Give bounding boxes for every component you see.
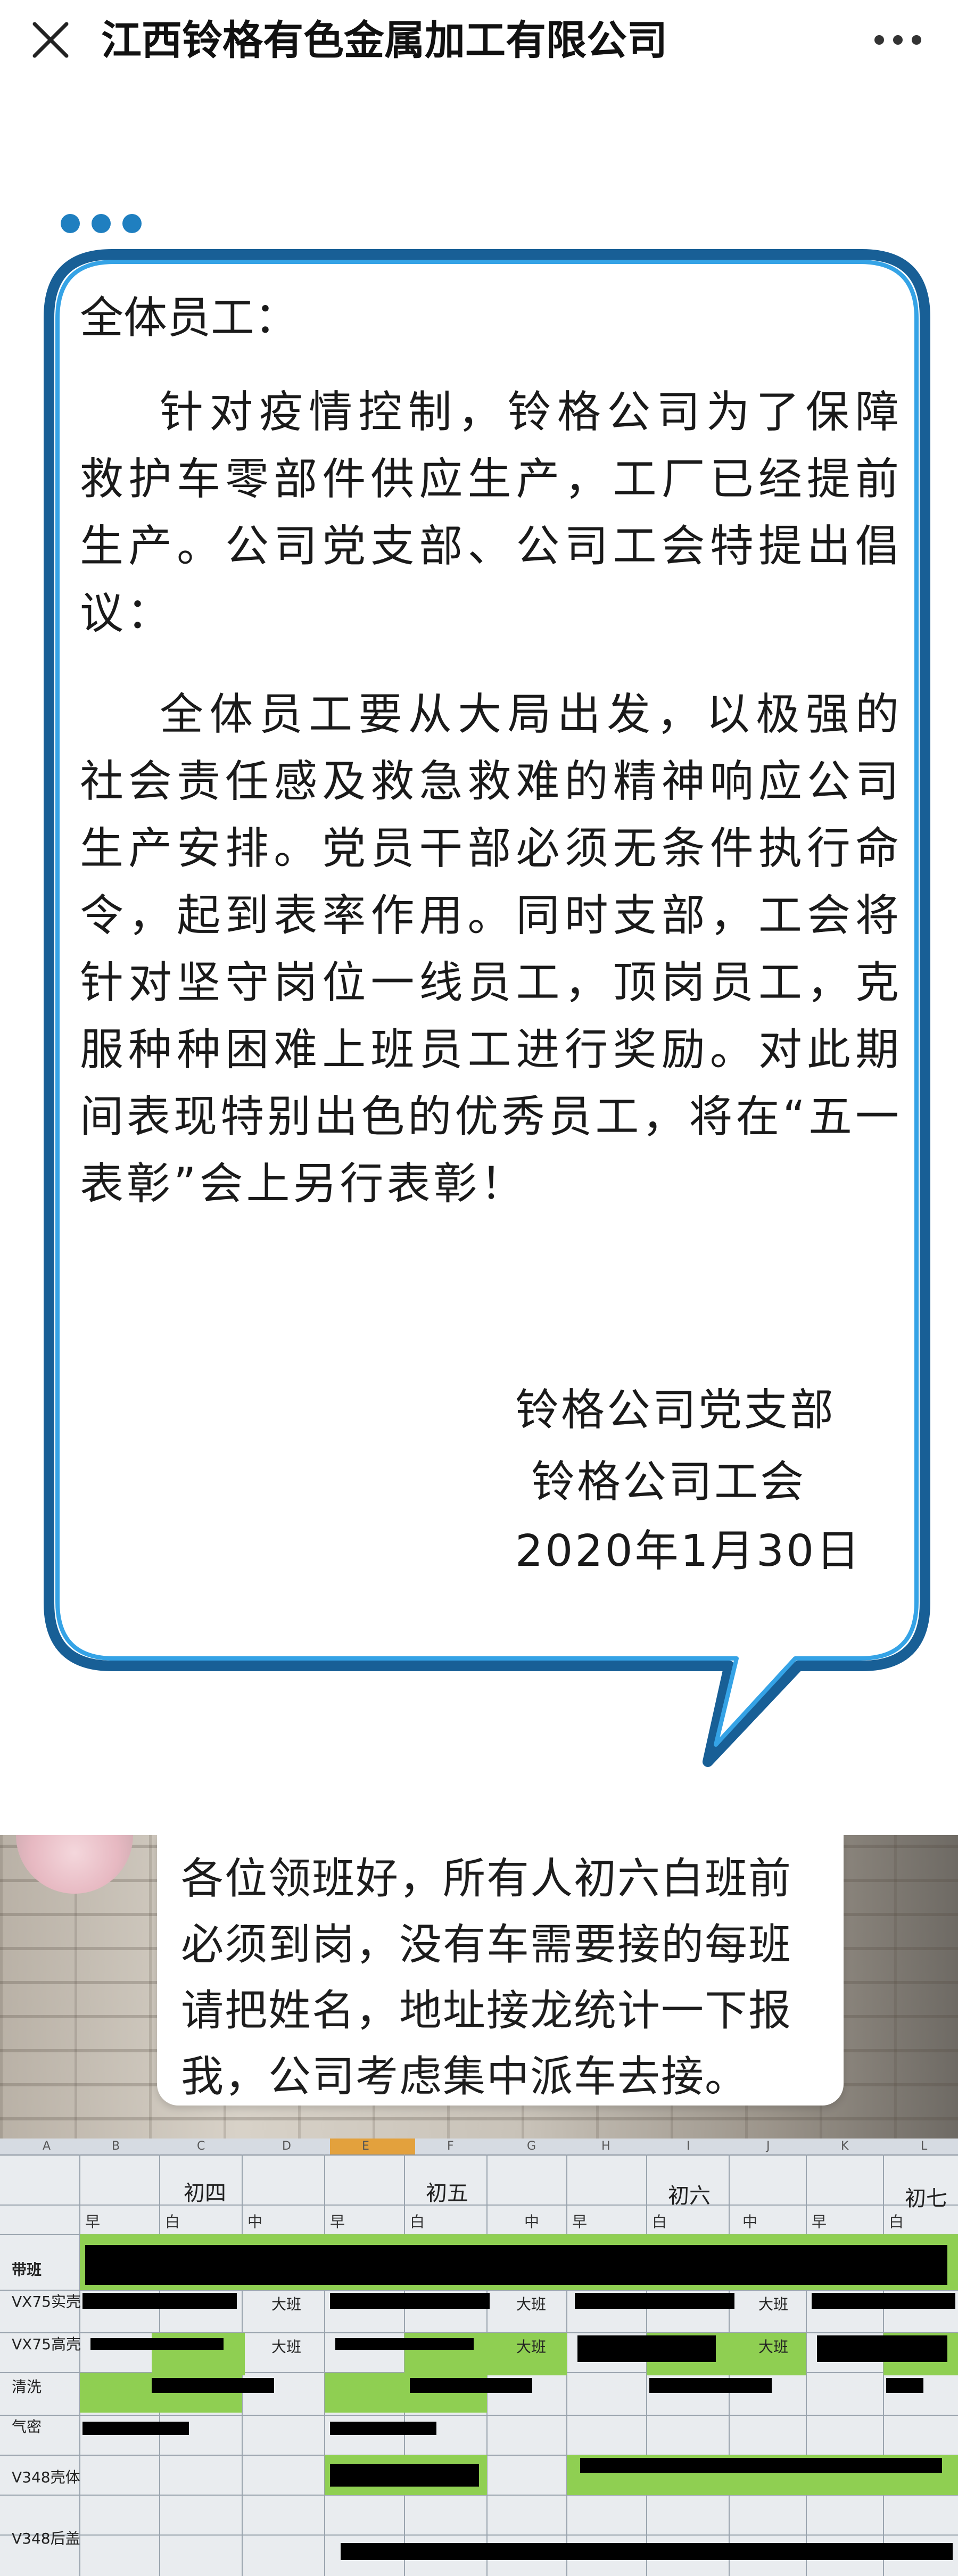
redaction-bar (152, 2378, 274, 2393)
redaction-bar (85, 2245, 947, 2285)
column-letter: D (282, 2140, 291, 2153)
chat-message-text: 各位领班好，所有人初六白班前必须到岗，没有车需要接的每班请把姓名，地址接龙统计一… (181, 1854, 792, 2101)
row-label: V348壳体 (12, 2468, 80, 2486)
spreadsheet-photo: A B C D E F G H I J K L 初四 初五 初六 初七 早 白 … (0, 2139, 958, 2576)
shift-label: 白 (165, 2213, 180, 2231)
column-letter: F (447, 2140, 454, 2153)
day-header: 初五 (426, 2181, 468, 2206)
redaction-bar (817, 2335, 947, 2362)
signature-union: 铃格公司工会 (531, 1457, 806, 1507)
cell-note: 大班 (758, 2296, 789, 2313)
column-letter: L (921, 2140, 928, 2153)
shift-label: 早 (85, 2213, 101, 2231)
cell-note: 大班 (516, 2296, 547, 2313)
shift-label: 白 (652, 2213, 667, 2231)
redaction-bar (335, 2338, 474, 2350)
shift-label: 中 (742, 2213, 758, 2231)
redaction-bar (649, 2378, 772, 2393)
shift-label: 早 (330, 2213, 345, 2231)
redaction-bar (330, 2422, 436, 2435)
column-letter: B (112, 2140, 120, 2153)
row-label: 带班 (12, 2261, 42, 2278)
redaction-bar (575, 2293, 734, 2309)
redaction-bar (82, 2293, 237, 2309)
column-letter: H (601, 2140, 610, 2153)
cell-note: 大班 (271, 2296, 302, 2313)
day-header: 初七 (905, 2186, 947, 2211)
letter-greeting: 全体员工： (80, 293, 299, 343)
cell-note: 大班 (516, 2338, 547, 2356)
shift-label: 中 (247, 2213, 263, 2231)
cell-note: 大班 (758, 2338, 789, 2356)
column-letter: C (197, 2140, 205, 2153)
column-letter: I (687, 2140, 690, 2153)
row-label: 清洗 (12, 2378, 42, 2396)
column-letter: A (43, 2140, 51, 2153)
shift-label: 中 (524, 2213, 540, 2231)
shift-label: 早 (812, 2213, 827, 2231)
shift-label: 白 (889, 2213, 904, 2231)
letter-paragraph-2: 全体员工要从大局出发，以极强的社会责任感及救急救难的精神响应公司生产安排。党员干… (80, 689, 902, 1209)
redaction-bar (577, 2335, 716, 2362)
redaction-bar (341, 2543, 953, 2560)
redaction-bar (82, 2422, 189, 2435)
signature-party-branch: 铃格公司党支部 (515, 1385, 836, 1435)
column-letter: E (362, 2140, 369, 2153)
letter-paragraph-1: 针对疫情控制，铃格公司为了保障救护车零部件供应生产，工厂已经提前生产。公司党支部… (80, 387, 902, 639)
row-label: V348后盖 (12, 2530, 80, 2547)
redaction-bar (410, 2378, 532, 2393)
row-label: VX75实壳 (12, 2293, 81, 2310)
day-header: 初六 (668, 2184, 711, 2208)
redaction-bar (812, 2293, 955, 2309)
redaction-bar (330, 2464, 479, 2487)
column-letter: J (766, 2140, 770, 2153)
day-header: 初四 (184, 2181, 226, 2206)
spreadsheet-column-header: A B C D E F G H I J K L (0, 2139, 958, 2156)
row-label: 气密 (12, 2418, 42, 2435)
selected-column-highlight (330, 2139, 415, 2154)
signature-date: 2020年1月30日 (515, 1526, 862, 1576)
shift-label: 早 (572, 2213, 588, 2231)
photo-screenshot: 各位领班好，所有人初六白班前必须到岗，没有车需要接的每班请把姓名，地址接龙统计一… (0, 1835, 958, 2576)
shift-label: 白 (410, 2213, 425, 2231)
cell-note: 大班 (271, 2338, 302, 2356)
redaction-bar (886, 2378, 923, 2393)
redaction-bar (90, 2338, 224, 2350)
row-label: VX75高壳 (12, 2335, 81, 2353)
redaction-bar (580, 2458, 942, 2473)
column-letter: G (527, 2140, 536, 2153)
redaction-bar (330, 2293, 490, 2309)
column-letter: K (841, 2140, 849, 2153)
